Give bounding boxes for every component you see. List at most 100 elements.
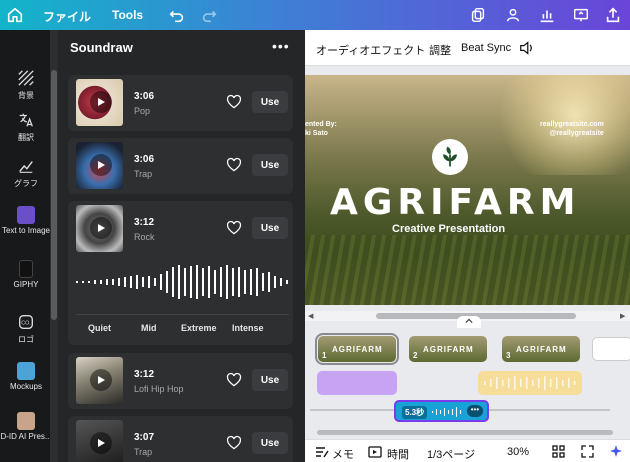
- redo-icon[interactable]: [199, 5, 219, 25]
- page-thumb-title: AGRIFARM: [516, 345, 567, 354]
- play-icon[interactable]: [90, 154, 112, 176]
- timer-button[interactable]: 時間: [387, 446, 409, 462]
- audio-more-button[interactable]: •••: [467, 405, 483, 417]
- text-to-image-icon: [17, 206, 35, 224]
- track-item[interactable]: 3:12 Lofi Hip Hop Use: [68, 353, 293, 409]
- rail-item-background[interactable]: 背景: [0, 68, 52, 101]
- grid-view-icon[interactable]: [552, 445, 565, 458]
- use-button[interactable]: Use: [252, 432, 288, 454]
- notes-icon: [316, 447, 329, 458]
- svg-text:CO.: CO.: [21, 321, 31, 327]
- undo-icon[interactable]: [167, 5, 187, 25]
- use-button[interactable]: Use: [252, 369, 288, 391]
- rail-item-mockups[interactable]: Mockups: [0, 362, 52, 391]
- track-genre: Trap: [134, 447, 153, 457]
- panel-scrollbar[interactable]: [50, 30, 58, 462]
- page-number: 3: [506, 351, 511, 360]
- insights-chart-icon[interactable]: [537, 5, 557, 25]
- heart-icon[interactable]: [226, 435, 242, 451]
- agrifarm-logo[interactable]: [432, 139, 468, 175]
- fullscreen-icon[interactable]: [581, 445, 594, 458]
- volume-icon[interactable]: [519, 41, 535, 55]
- slide-title[interactable]: AGRIFARM: [330, 182, 580, 223]
- panel-more-button[interactable]: •••: [272, 38, 290, 54]
- play-icon[interactable]: [90, 432, 112, 454]
- beat-sync-button[interactable]: Beat Sync: [461, 42, 511, 54]
- rail-item-graph[interactable]: グラフ: [0, 156, 52, 189]
- notes-button[interactable]: メモ: [332, 446, 354, 462]
- present-icon[interactable]: [571, 5, 591, 25]
- rail-item-giphy[interactable]: GIPHY: [0, 260, 52, 289]
- upload-share-icon[interactable]: [603, 5, 623, 25]
- page-thumbnail[interactable]: AGRIFARM 1: [315, 333, 399, 365]
- rail-item-logo[interactable]: CO. ロゴ: [0, 312, 52, 345]
- site-text[interactable]: reallygreatsite.com @reallygreatsite: [540, 120, 604, 138]
- scroll-left-arrow[interactable]: ◀: [308, 312, 313, 320]
- page-thumb-title: AGRIFARM: [423, 345, 474, 354]
- use-button[interactable]: Use: [252, 217, 288, 239]
- heart-icon[interactable]: [226, 94, 242, 110]
- rail-label: Mockups: [9, 382, 42, 391]
- track-genre: Lofi Hip Hop: [134, 384, 184, 394]
- audio-track-purple[interactable]: [317, 371, 397, 395]
- intensity-extreme[interactable]: Extreme: [181, 323, 217, 333]
- track-waveform[interactable]: [76, 262, 291, 302]
- heart-icon[interactable]: [226, 220, 242, 236]
- play-icon[interactable]: [90, 91, 112, 113]
- timer-icon: [368, 446, 382, 458]
- use-button[interactable]: Use: [252, 91, 288, 113]
- use-button[interactable]: Use: [252, 154, 288, 176]
- scroll-thumb[interactable]: [51, 70, 57, 320]
- site-line-1: reallygreatsite.com: [540, 121, 604, 128]
- intensity-mid[interactable]: Mid: [141, 323, 157, 333]
- track-item[interactable]: 3:06 Pop Use: [68, 75, 293, 131]
- intensity-quiet[interactable]: Quiet: [88, 323, 111, 333]
- pattern-icon: [16, 68, 36, 88]
- context-toolbar: オーディオエフェクト 調整 Beat Sync: [305, 30, 630, 66]
- rail-item-text-to-image[interactable]: Text to Image: [0, 206, 52, 235]
- audio-track-yellow[interactable]: [478, 371, 582, 395]
- track-thumbnail: [76, 79, 123, 126]
- page-indicator[interactable]: 1/3ページ: [427, 446, 475, 462]
- expand-timeline-button[interactable]: [457, 316, 481, 328]
- magic-sparkle-icon[interactable]: [609, 444, 623, 458]
- zoom-level[interactable]: 30%: [507, 446, 529, 458]
- add-page-button[interactable]: [592, 337, 630, 361]
- presented-by-text[interactable]: ented By: ki Sato: [305, 120, 337, 138]
- page-thumbnail[interactable]: AGRIFARM 2: [409, 336, 487, 362]
- giphy-icon: [19, 260, 33, 278]
- home-icon[interactable]: [5, 5, 25, 25]
- timeline-scrollbar[interactable]: [317, 430, 613, 435]
- play-icon[interactable]: [90, 369, 112, 391]
- slide-subtitle[interactable]: Creative Presentation: [392, 223, 505, 235]
- track-thumbnail: [76, 205, 123, 252]
- heart-icon[interactable]: [226, 372, 242, 388]
- track-duration: 3:06: [134, 154, 155, 165]
- presented-line-1: ented By:: [305, 121, 337, 128]
- intensity-intense[interactable]: Intense: [232, 323, 264, 333]
- scroll-right-arrow[interactable]: ▶: [620, 312, 625, 320]
- rail-label: D-ID AI Pres...: [0, 432, 52, 441]
- track-duration: 3:12: [134, 217, 155, 228]
- chart-line-icon: [16, 156, 36, 176]
- heart-icon[interactable]: [226, 157, 242, 173]
- logo-icon: CO.: [16, 312, 36, 332]
- copy-pages-icon[interactable]: [468, 5, 488, 25]
- left-rail: 背景 翻訳 グラフ Text to Image GIPHY CO. ロゴ Moc…: [0, 30, 52, 462]
- rail-label: GIPHY: [13, 280, 39, 289]
- track-item[interactable]: 3:06 Trap Use: [68, 138, 293, 194]
- adjust-button[interactable]: 調整: [429, 42, 451, 58]
- track-thumbnail: [76, 357, 123, 404]
- rail-item-did[interactable]: D-ID AI Pres...: [0, 412, 52, 441]
- rail-item-translate[interactable]: 翻訳: [0, 110, 52, 143]
- page-thumbnail[interactable]: AGRIFARM 3: [502, 336, 580, 362]
- audio-track-selected[interactable]: 5.3秒 •••: [394, 400, 489, 422]
- intensity-divider: [76, 314, 289, 315]
- track-item[interactable]: 3:07 Trap Use: [68, 416, 293, 462]
- panel-title: Soundraw: [70, 40, 133, 55]
- share-people-icon[interactable]: [503, 5, 523, 25]
- play-icon[interactable]: [90, 217, 112, 239]
- file-menu[interactable]: ファイル: [43, 8, 91, 25]
- tools-menu[interactable]: Tools: [112, 8, 143, 22]
- audio-effects-button[interactable]: オーディオエフェクト: [316, 42, 425, 58]
